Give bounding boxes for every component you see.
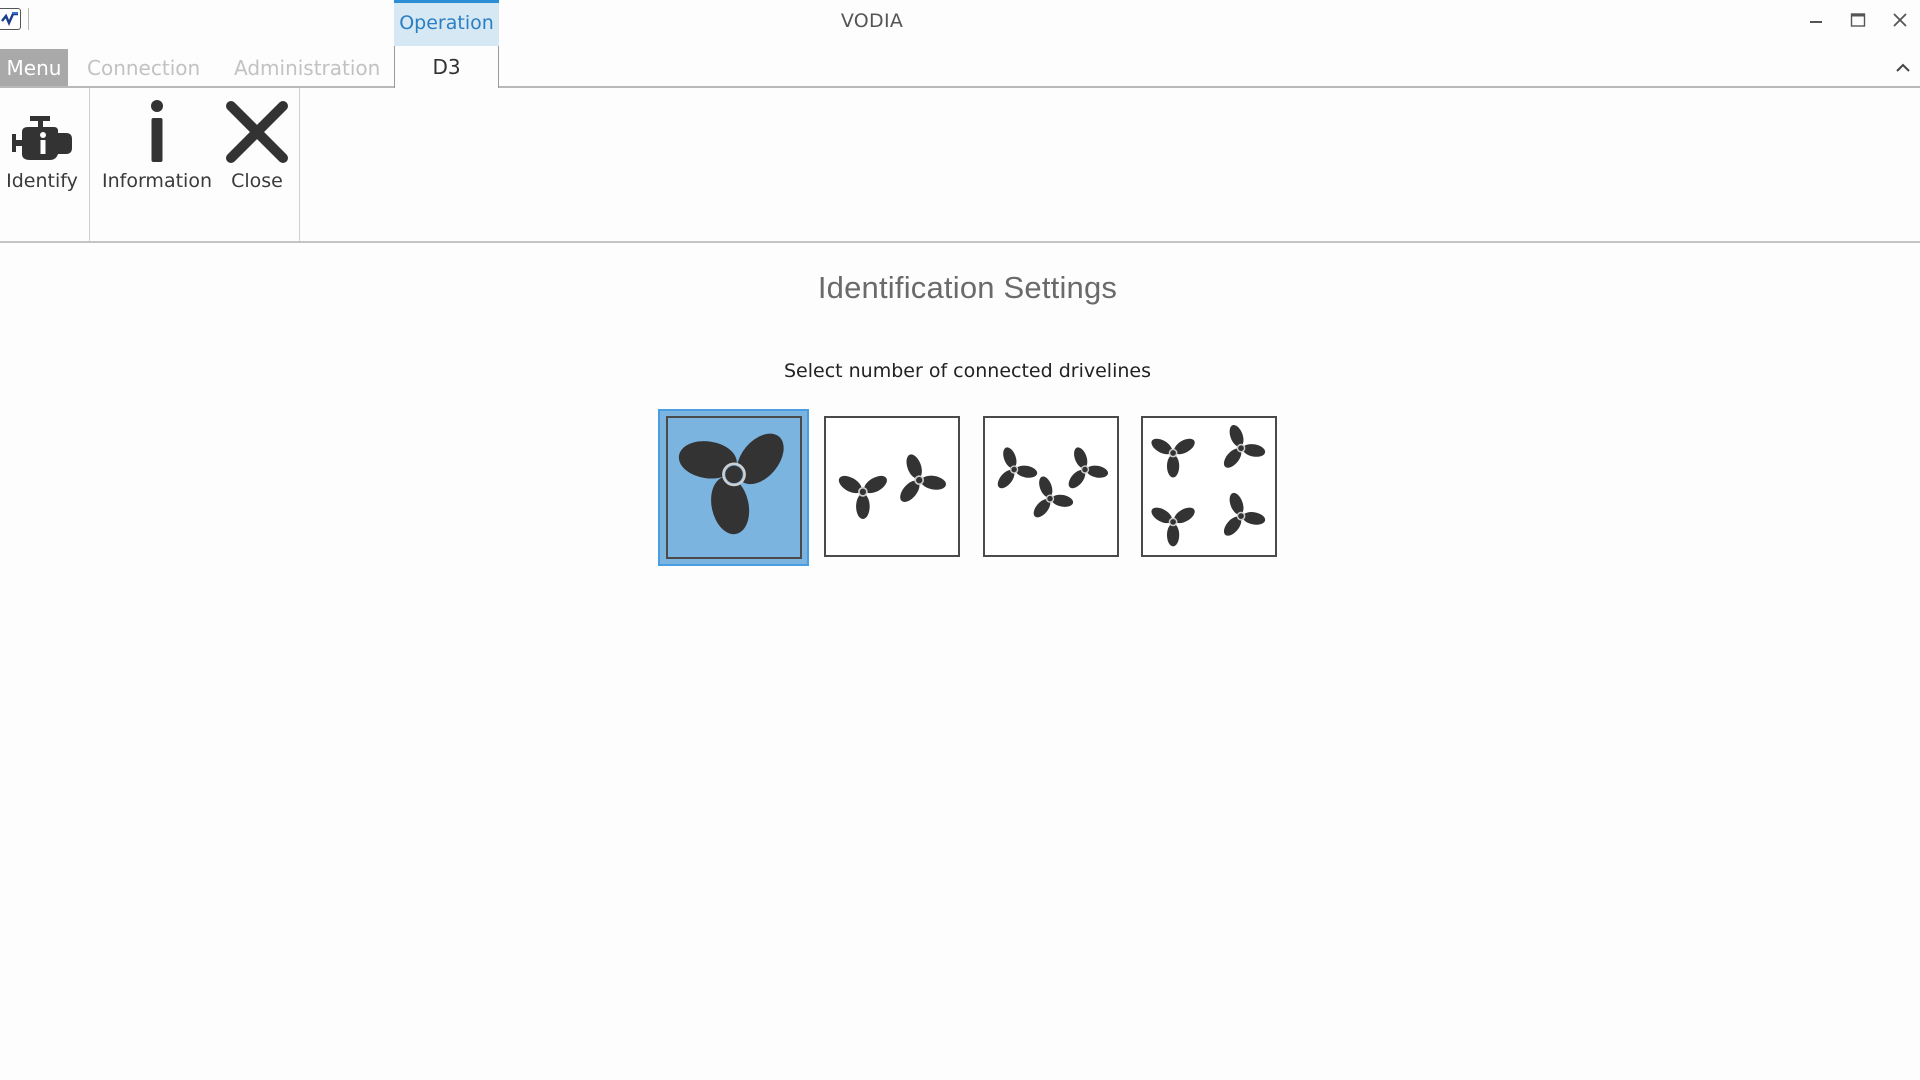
close-button[interactable]: Close (222, 92, 292, 192)
context-tab-operation: Operation (394, 0, 499, 46)
window-title: VODIA (840, 10, 904, 32)
propeller-icon (881, 447, 953, 519)
driveline-option-2[interactable] (824, 416, 960, 557)
driveline-option-4[interactable] (1141, 416, 1277, 557)
information-label: Information (102, 170, 212, 192)
collapse-ribbon-button[interactable] (1888, 54, 1918, 82)
menu-button[interactable]: Menu (0, 49, 68, 87)
information-button[interactable]: Information (100, 92, 214, 192)
ribbon-group-divider (89, 88, 90, 241)
single-propeller-icon (678, 433, 784, 535)
engine-info-icon (12, 116, 72, 160)
propeller-icon (1017, 470, 1079, 532)
minimize-button[interactable] (1798, 6, 1834, 34)
quad-propeller-icon (1148, 419, 1271, 551)
info-icon (151, 100, 163, 162)
identify-label: Identify (6, 170, 78, 192)
triple-propeller-icon (985, 441, 1114, 532)
close-x-icon (226, 101, 288, 163)
driveline-option-1-box[interactable] (666, 416, 802, 559)
close-icon (1893, 13, 1907, 27)
maximize-button[interactable] (1840, 6, 1876, 34)
driveline-option-3[interactable] (983, 416, 1119, 557)
window-close-button[interactable] (1882, 6, 1918, 34)
ribbon-group-divider (299, 88, 300, 241)
twin-propeller-icon (835, 447, 953, 520)
ribbon-bottom-border (0, 241, 1920, 243)
propeller-icon (1206, 419, 1271, 483)
close-label: Close (231, 170, 283, 192)
propeller-icon (1052, 441, 1114, 503)
maximize-icon (1850, 13, 1866, 27)
tab-administration[interactable]: Administration (234, 49, 380, 87)
tab-connection[interactable]: Connection (87, 49, 200, 87)
page-title: Identification Settings (817, 270, 1118, 305)
chevron-up-icon (1896, 63, 1910, 72)
identify-button[interactable]: Identify (4, 92, 80, 192)
driveline-prompt: Select number of connected drivelines (783, 360, 1151, 382)
minimize-icon (1810, 21, 1822, 23)
tab-d3[interactable]: D3 (394, 46, 499, 88)
propeller-icon (1148, 504, 1198, 547)
propeller-icon (1206, 487, 1271, 551)
propeller-icon (1148, 435, 1198, 478)
propeller-icon (835, 472, 890, 520)
propeller-icon (985, 441, 1043, 503)
